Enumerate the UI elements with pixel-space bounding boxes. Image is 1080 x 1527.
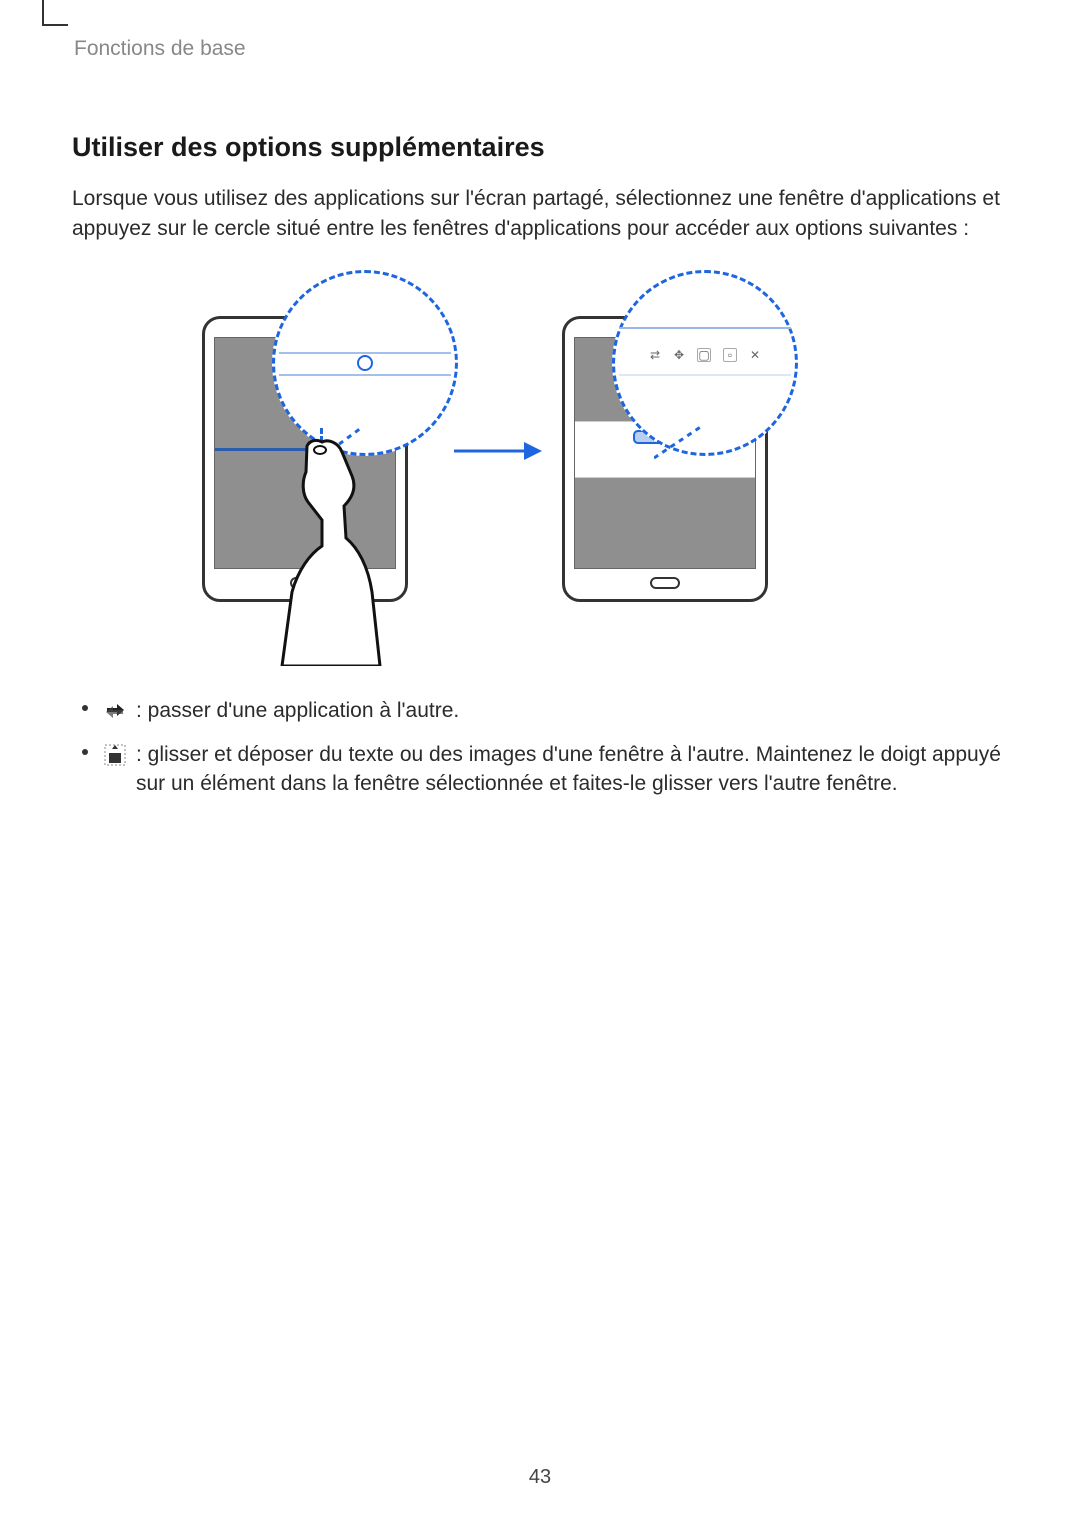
figure-callout-right: ⇄ ✥ ▢ ▫ ✕ (612, 270, 798, 456)
drag-content-icon (104, 744, 126, 766)
minimize-icon: ▫ (723, 348, 737, 362)
page-content: Fonctions de base Utiliser des options s… (0, 0, 1080, 799)
drag-icon: ✥ (673, 349, 685, 361)
bullet-dot-icon (82, 705, 88, 711)
page-corner-mark (42, 0, 68, 26)
list-item: : passer d'une application à l'autre. (72, 696, 1008, 726)
bullet-dot-icon (82, 749, 88, 755)
list-item-text: : passer d'une application à l'autre. (136, 699, 459, 722)
swap-icon: ⇄ (649, 349, 661, 361)
home-button-icon (650, 577, 680, 589)
breadcrumb: Fonctions de base (74, 34, 1008, 64)
figure-arrow-icon (452, 436, 542, 466)
page-number: 43 (0, 1463, 1080, 1491)
figure-toolbar-icons: ⇄ ✥ ▢ ▫ ✕ (629, 348, 781, 362)
maximize-icon: ▢ (697, 348, 711, 362)
figure-split-screen: ⇄ ✥ ▢ ▫ ✕ (72, 266, 1008, 666)
swap-apps-icon (104, 700, 126, 722)
figure-callout-left (272, 270, 458, 456)
figure-hand-icon (262, 436, 402, 666)
icon-bullet-list: : passer d'une application à l'autre. : … (72, 696, 1008, 799)
list-item-text: : glisser et déposer du texte ou des ima… (136, 743, 1001, 796)
list-item: : glisser et déposer du texte ou des ima… (72, 740, 1008, 800)
close-icon: ✕ (749, 349, 761, 361)
section-title: Utiliser des options supplémentaires (72, 128, 1008, 166)
figure-lead-right (654, 426, 704, 460)
section-intro: Lorsque vous utilisez des applications s… (72, 184, 1008, 244)
figure-divider-dot-icon (357, 355, 373, 371)
